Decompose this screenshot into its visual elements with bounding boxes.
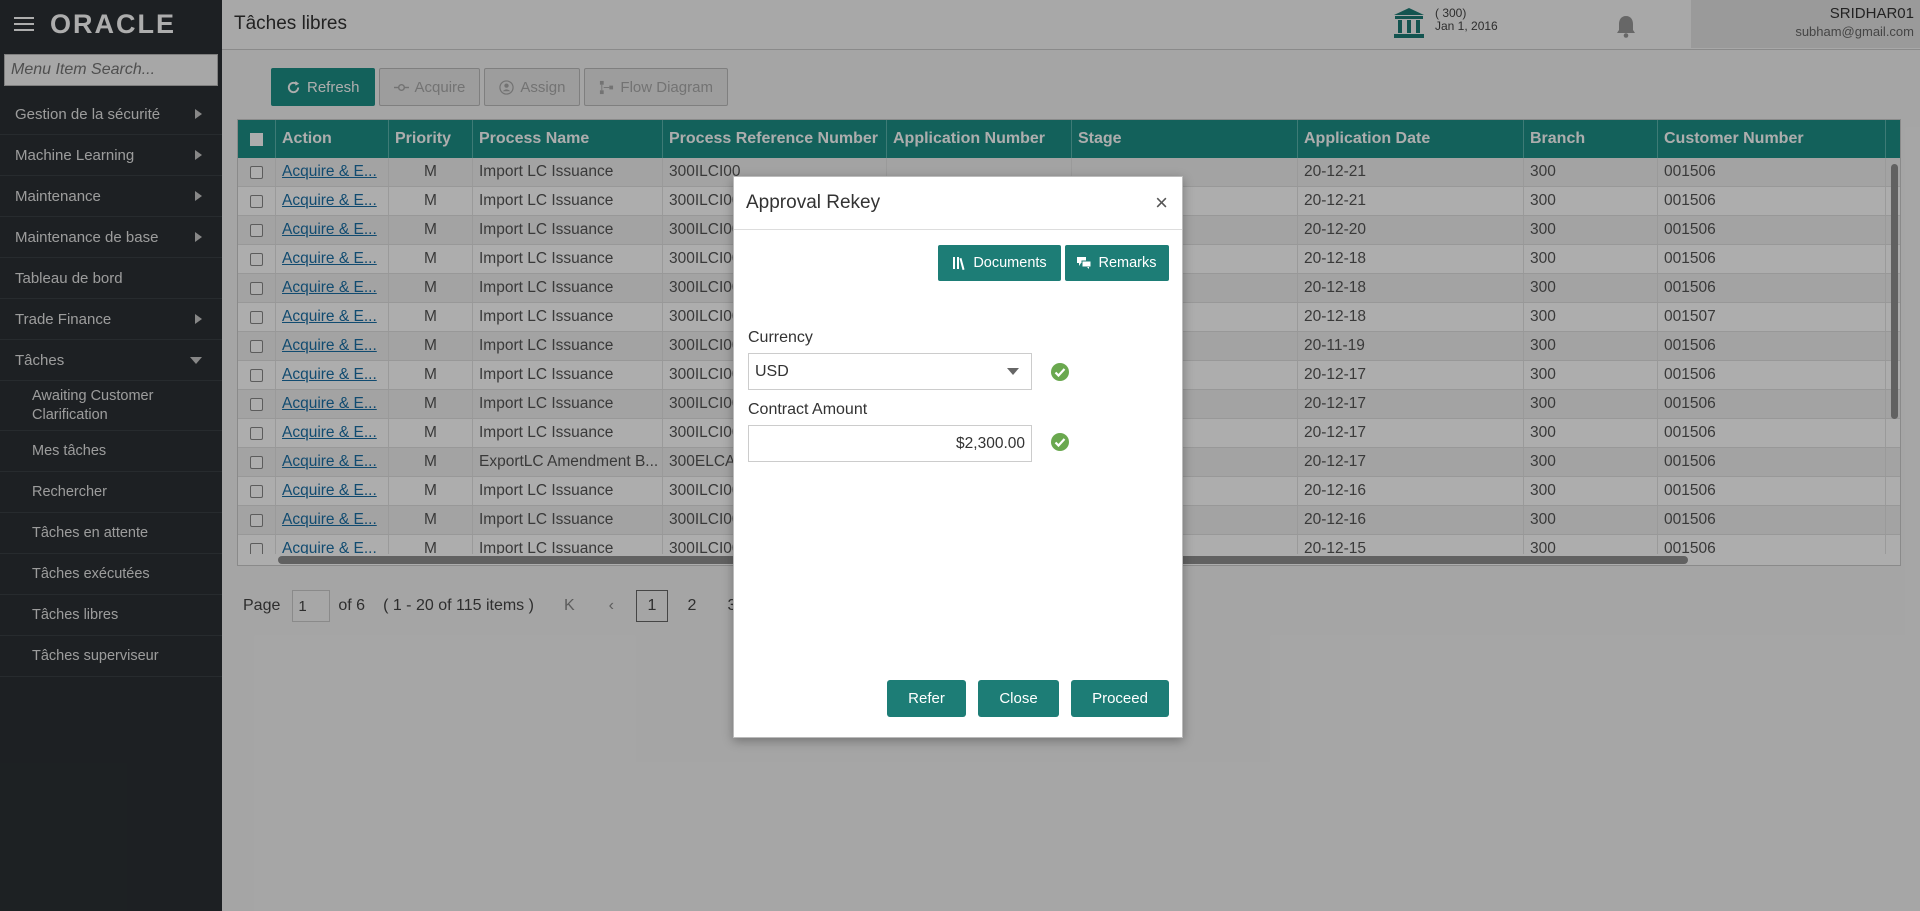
- documents-icon: [953, 257, 965, 270]
- contract-amount-label: Contract Amount: [748, 401, 868, 418]
- refer-button[interactable]: Refer: [887, 680, 966, 717]
- chevron-down-icon: [1007, 368, 1019, 375]
- amount-valid-check-icon: [1051, 433, 1069, 451]
- remarks-icon: [1077, 257, 1092, 269]
- contract-amount-field[interactable]: $2,300.00: [748, 425, 1032, 462]
- close-icon[interactable]: ×: [1155, 190, 1168, 216]
- documents-button[interactable]: Documents: [938, 245, 1061, 281]
- currency-select[interactable]: USD: [748, 353, 1032, 390]
- dialog-title: Approval Rekey: [746, 192, 881, 213]
- close-button[interactable]: Close: [978, 680, 1059, 717]
- dialog-action-buttons: Documents Remarks: [938, 245, 1169, 281]
- currency-value: USD: [755, 362, 789, 380]
- proceed-button[interactable]: Proceed: [1071, 680, 1169, 717]
- currency-valid-check-icon: [1051, 363, 1069, 381]
- dialog-footer: Refer Close Proceed: [887, 680, 1169, 717]
- remarks-label: Remarks: [1098, 255, 1157, 271]
- documents-label: Documents: [973, 255, 1047, 271]
- remarks-button[interactable]: Remarks: [1065, 245, 1169, 281]
- dialog-header: Approval Rekey ×: [734, 177, 1182, 230]
- currency-label: Currency: [748, 329, 813, 346]
- approval-rekey-dialog: Approval Rekey × Documents Remarks Curre…: [733, 176, 1183, 738]
